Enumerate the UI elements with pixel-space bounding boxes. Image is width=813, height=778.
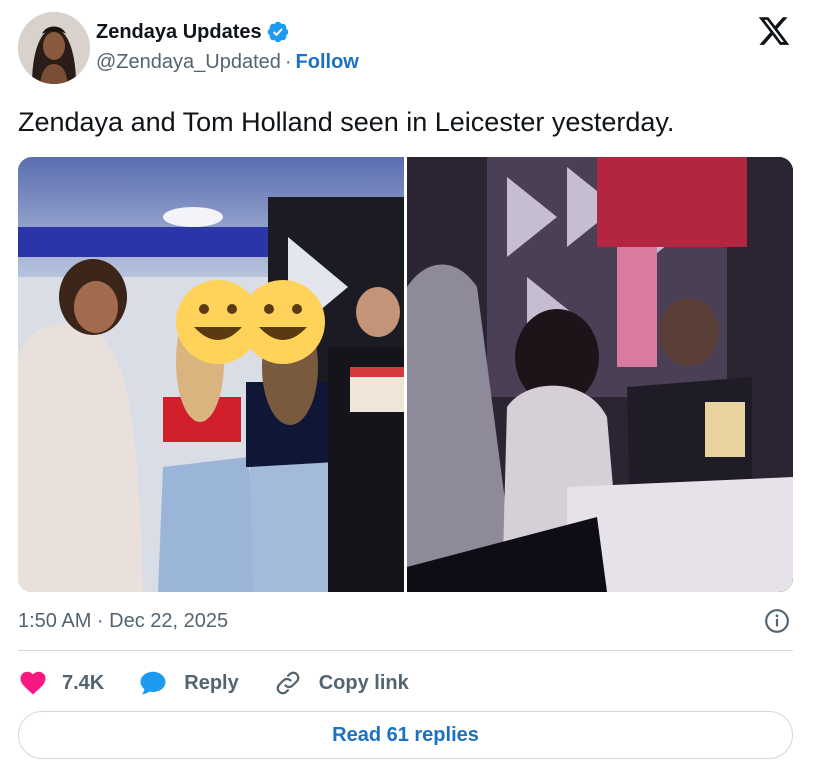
like-count: 7.4K <box>62 671 105 694</box>
display-name[interactable]: Zendaya Updates <box>96 21 262 44</box>
reply-label: Reply <box>184 671 239 694</box>
read-replies-button[interactable]: Read 61 replies <box>18 711 793 759</box>
info-icon[interactable] <box>764 608 790 634</box>
copy-link-label: Copy link <box>318 671 409 694</box>
tweet-header: Zendaya Updates @Zendaya_Updated · Follo… <box>18 12 794 84</box>
photo-group[interactable] <box>18 157 404 592</box>
user-info: Zendaya Updates @Zendaya_Updated · Follo… <box>96 18 359 76</box>
copy-link-button[interactable]: Copy link <box>273 668 409 698</box>
like-button[interactable]: 7.4K <box>18 668 104 698</box>
read-replies-label: Read 61 replies <box>332 723 479 746</box>
divider <box>18 650 793 651</box>
media-grid[interactable] <box>18 157 793 592</box>
heart-icon <box>20 671 46 695</box>
follow-button[interactable]: Follow <box>296 51 359 74</box>
x-logo-icon[interactable] <box>756 14 792 48</box>
timestamp[interactable]: 1:50 AM · Dec 22, 2025 <box>18 610 228 633</box>
separator-dot: · <box>284 50 292 73</box>
action-bar: 7.4K Reply Copy link <box>18 664 443 702</box>
handle[interactable]: @Zendaya_Updated <box>96 51 281 74</box>
tweet-text: Zendaya and Tom Holland seen in Leiceste… <box>18 107 675 137</box>
group-photo-image <box>18 157 404 592</box>
avatar[interactable] <box>18 12 90 84</box>
photo-bar[interactable] <box>407 157 793 592</box>
timestamp-row: 1:50 AM · Dec 22, 2025 <box>18 607 794 635</box>
speech-bubble-icon <box>140 671 166 695</box>
verified-badge-icon <box>267 21 288 43</box>
bar-photo-image <box>407 157 793 592</box>
reply-button[interactable]: Reply <box>138 668 239 698</box>
link-icon <box>276 671 300 695</box>
